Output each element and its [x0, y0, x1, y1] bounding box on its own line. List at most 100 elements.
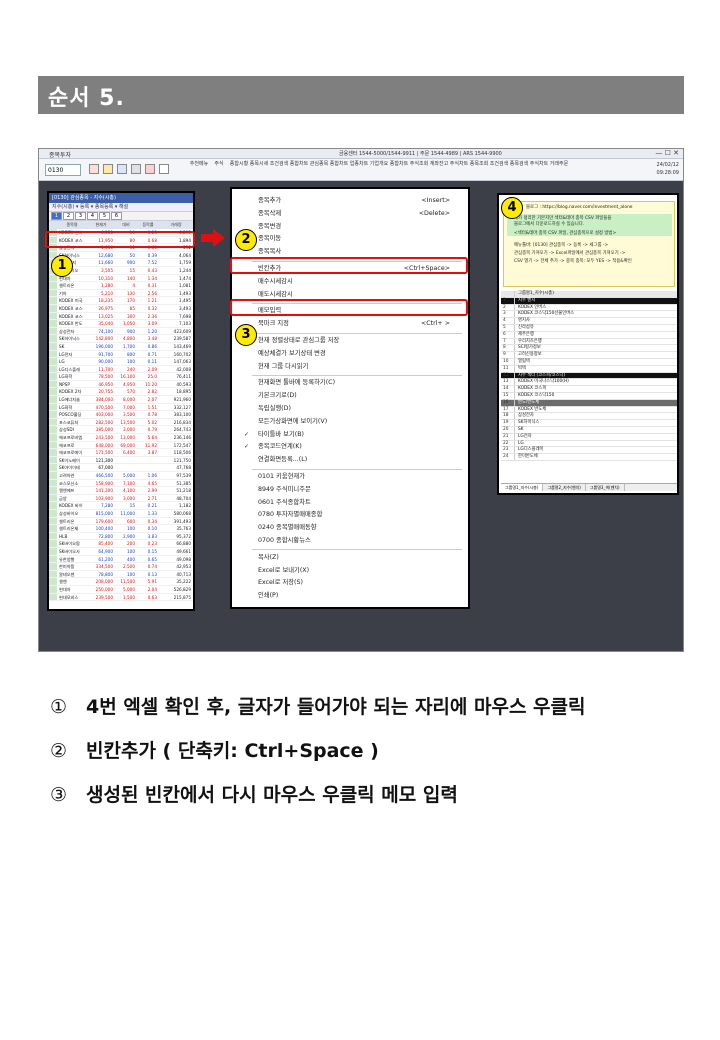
watchlist-tab[interactable]: 5 [99, 212, 110, 220]
table-row[interactable]: 셀트리온제 100,400 100 0.10 35,763 [49, 525, 193, 533]
menu-item[interactable]: 종합차트 [329, 161, 349, 168]
column-header[interactable]: 등락률 [137, 221, 159, 229]
context-menu-item[interactable]: 0601 주식종합차트 [232, 497, 468, 509]
table-row[interactable]: LG화학 470,500 7,000 1.51 332,127 [49, 403, 193, 412]
table-row[interactable]: LG에너지솔 384,000 8,000 2.07 921,960 [49, 396, 193, 404]
table-row[interactable]: 고려아연 466,500 5,000 1.06 97,539 [49, 472, 193, 480]
window-controls[interactable]: — ☐ ✕ [655, 149, 679, 157]
alert-icon[interactable] [145, 164, 155, 174]
context-menu-item[interactable]: 종목삭제 <Delete> [232, 208, 468, 220]
table-row[interactable]: 현대차 250,000 5,000 2.04 526,829 [49, 585, 193, 594]
sheet-row[interactable]: 4 명지사 [501, 318, 677, 325]
menu-item[interactable]: 계좌잔고 [429, 161, 449, 168]
column-header[interactable]: 종목명 [57, 221, 87, 229]
context-menu-item[interactable]: 복사(Z) [232, 552, 468, 564]
menu-item[interactable]: 종합차트 [389, 161, 409, 168]
context-menu-item[interactable]: 북마크 지정 <Ctrl+ > [232, 318, 468, 330]
sheet-row[interactable]: 그룹명1_지수(시총) [501, 291, 677, 298]
watchlist-tab[interactable]: 4 [87, 212, 98, 220]
table-row[interactable]: 삼성전자 74,100 900 1.20 423,609 [49, 327, 193, 336]
context-menu-item[interactable]: 독립실행(D) [232, 403, 468, 415]
table-row[interactable]: LG디스플레 11,700 240 2.09 42,008 [49, 365, 193, 374]
table-row[interactable]: 한미약품 334,500 2,500 0.74 42,953 [49, 563, 193, 571]
chart-icon[interactable] [89, 164, 99, 174]
table-row[interactable]: 알테오젠 78,800 100 0.13 40,713 [49, 570, 193, 579]
table-row[interactable]: 금양 103,900 3,000 2.71 48,704 [49, 494, 193, 503]
context-menu-item[interactable]: 종목변경 [232, 221, 468, 233]
table-row[interactable]: KODEX 코스 13,025 300 2.36 7,698 [49, 312, 193, 321]
sheet-tab[interactable]: 그룹명1_지수(시총) [501, 484, 544, 491]
watchlist-tab[interactable]: 2 [63, 212, 74, 220]
context-menu-item[interactable]: 0780 투자자별매매종합 [232, 509, 468, 521]
menu-item[interactable]: 종합시황 [229, 161, 249, 168]
context-menu-item[interactable]: 현재 그룹 다시읽기 [232, 361, 468, 373]
context-menu-item[interactable]: 현재 정렬상태로 관심그룹 저장 [232, 335, 468, 347]
table-row[interactable]: KODEX 미국 18,235 170 1.21 1,495 [49, 297, 193, 305]
table-row[interactable]: 엘앤에프 141,300 4,100 2.99 51,218 [49, 487, 193, 495]
sheet-row[interactable]: 24 한미반도체 [501, 454, 677, 461]
context-menu-item[interactable]: 0700 종합시황뉴스 [232, 535, 468, 547]
context-menu-item[interactable]: 종목추가 <Insert> [232, 195, 468, 207]
sheet-row[interactable]: 21 LG전자 [501, 433, 677, 441]
context-menu-item[interactable]: 0240 종목별매매동향 [232, 522, 468, 534]
table-row[interactable]: 에코프로 648,000 69,000 11.92 172,547 [49, 441, 193, 450]
table-row[interactable]: POSCO홀딩 403,000 3,500 0.78 383,100 [49, 411, 193, 419]
column-header[interactable]: 현재가 [87, 221, 115, 229]
sheet-tab[interactable]: 그룹명2_지수(벤치) [543, 484, 586, 491]
menu-item[interactable]: 추천메뉴 [189, 161, 209, 168]
table-row[interactable]: 셀젠 208,000 11,500 5.91 35,222 [49, 578, 193, 586]
table-row[interactable]: LG화학 78,500 16,100 25.0 76,411 [49, 373, 193, 381]
table-row[interactable]: 에코프로비엠 243,500 13,000 5.64 236,146 [49, 434, 193, 442]
sheet-row[interactable]: 16 반도/반도체 [501, 399, 677, 407]
menu-item[interactable]: 거래주문 [549, 161, 569, 168]
table-row[interactable]: 기아 5,210 130 2.56 1,493 [49, 289, 193, 298]
watchlist-tab[interactable]: 6 [111, 212, 122, 220]
menu-item[interactable]: 종목검색 [509, 161, 529, 168]
sheet-row[interactable]: 19 SK하이닉스 [501, 420, 677, 427]
table-row[interactable]: 에코프로에이 171,500 6,400 3.87 118,506 [49, 449, 193, 457]
table-row[interactable]: LG전자 91,700 800 0.71 160,702 [49, 350, 193, 359]
menu-item[interactable]: 주식차트 [529, 161, 549, 168]
context-menu-item[interactable]: 인쇄(P) [232, 590, 468, 602]
table-row[interactable]: SK이노베이 121,300 121,750 [49, 456, 193, 465]
order-icon[interactable] [117, 164, 127, 174]
settings-icon[interactable] [131, 164, 141, 174]
folder-icon[interactable] [103, 164, 113, 174]
context-menu-item[interactable]: 기본크기로(D) [232, 390, 468, 402]
table-row[interactable]: 삼성바이오 815,000 11,000 1.33 580,068 [49, 509, 193, 518]
menu-item[interactable]: 주식조회 [409, 161, 429, 168]
table-row[interactable]: SK바이오팜 85,400 200 0.23 66,880 [49, 540, 193, 548]
sheet-row[interactable]: 10 열림텍 [501, 358, 677, 366]
context-menu-item[interactable]: ✓ 종목코드연계(K) [232, 441, 468, 453]
context-menu-item[interactable]: Excel로 저장(S) [232, 577, 468, 589]
gear-icon[interactable] [159, 164, 169, 174]
menu-item[interactable]: 종합차트 [289, 161, 309, 168]
table-row[interactable]: KODEX 바이 7,280 15 0.21 1,182 [49, 502, 193, 510]
column-header[interactable]: 대비 [115, 221, 137, 229]
menu-item[interactable]: 조건검색 [269, 161, 289, 168]
sheet-row[interactable]: 15 KODEX 코스닥150 [501, 392, 677, 400]
sheet-row[interactable]: 5 신라섬유 [501, 324, 677, 332]
menu-item[interactable]: 종목시세 [249, 161, 269, 168]
sheet-tab[interactable]: 그룹명3_섹(벤치) [586, 484, 625, 491]
context-menu-item[interactable]: ✓ 타이틀바 보기(B) [232, 429, 468, 441]
table-row[interactable]: SK 196,000 1,700 0.86 143,469 [49, 342, 193, 351]
sheet-row[interactable]: 9 고려신용정보 [501, 352, 677, 359]
watchlist-toolbar[interactable]: 지수(시총) ▾ 등록 ▾ 종목등록 ▾ 해설 [49, 203, 193, 212]
context-menu-item[interactable]: 종목이동 [232, 233, 468, 245]
column-header[interactable]: 거래량 [159, 221, 193, 229]
menu-item[interactable]: 주식 [209, 161, 229, 168]
table-row[interactable]: 현대차 10,310 140 1.34 1,474 [49, 274, 193, 283]
context-menu-item[interactable]: 매수시세감시 [232, 276, 468, 288]
table-row[interactable]: HLB 72,800 2,900 3.83 95,372 [49, 532, 193, 541]
table-row[interactable]: KODEX 2차 20,755 570 2.82 18,895 [49, 388, 193, 397]
table-row[interactable]: 현대모비스 239,500 1,500 0.63 215,875 [49, 593, 193, 602]
context-menu-item[interactable]: 예상체결가 보기상태 변경 [232, 348, 468, 360]
context-menu-item[interactable]: 0101 키움현재가 [232, 471, 468, 483]
context-menu-item[interactable]: 연결화면등록...(L) [232, 454, 468, 466]
screen-code-input[interactable]: 0130 [45, 164, 81, 176]
watchlist-tab[interactable]: 1 [51, 212, 62, 220]
table-row[interactable]: 셀트리온 1,280 4 0.31 1,081 [49, 282, 193, 290]
sheet-row[interactable]: 6 제주은행 [501, 331, 677, 339]
watchlist-tab[interactable]: 3 [75, 212, 86, 220]
